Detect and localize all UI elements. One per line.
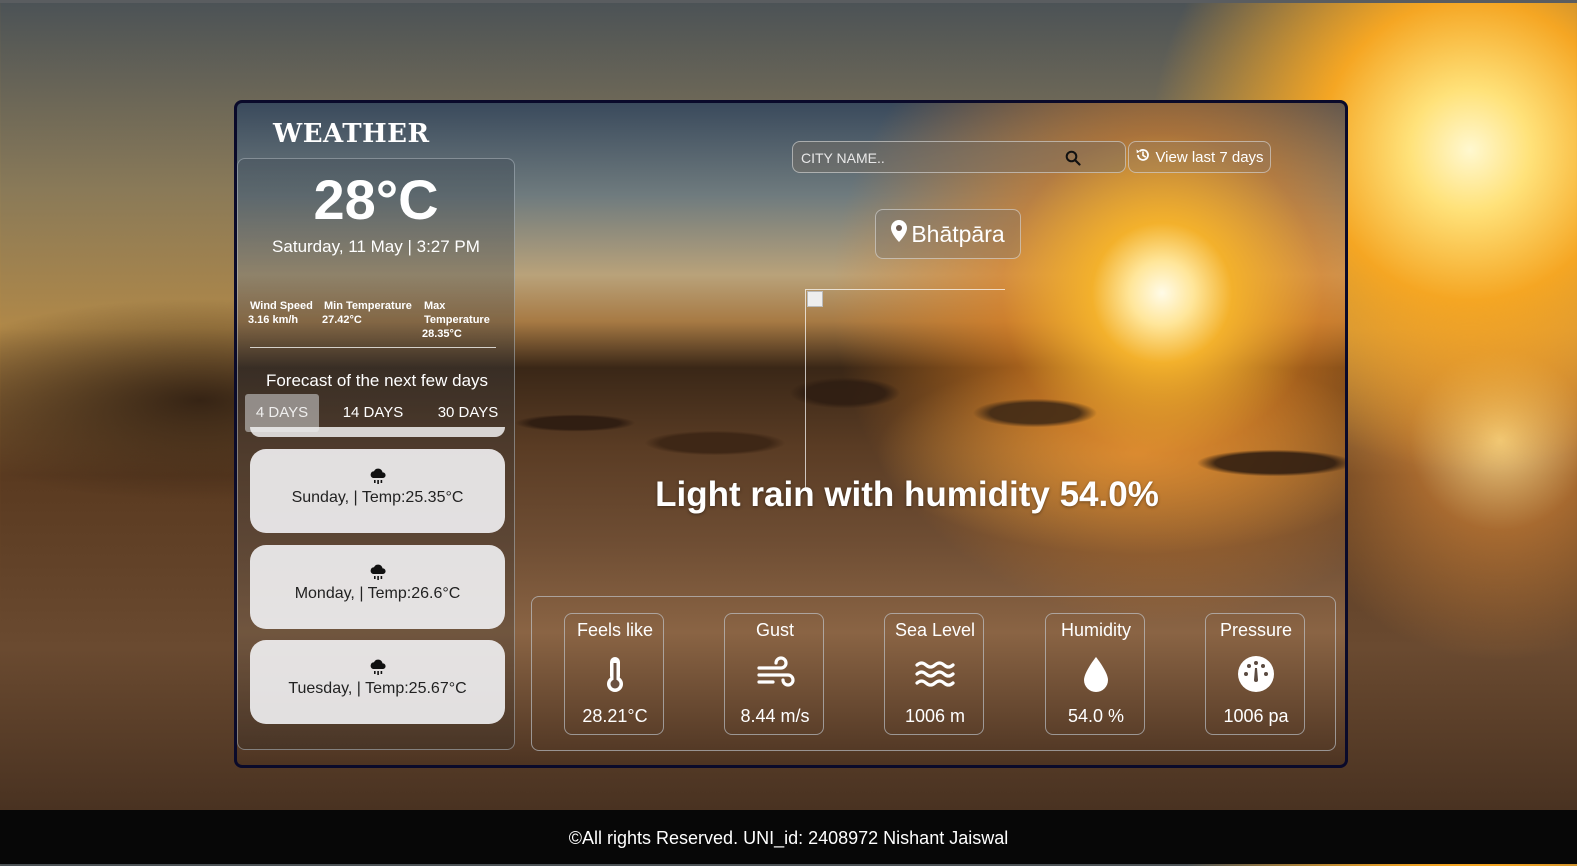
forecast-card-monday: Monday, | Temp:26.6°C [250,545,505,629]
forecast-day-text: Tuesday, | Temp:25.67°C [288,680,467,697]
weather-condition-image [805,289,1005,489]
stat-max-temperature: Max Temperature 28.35°C [422,299,514,341]
location-name: Bhātpāra [911,220,1005,247]
brand-title: WEATHER [273,119,430,149]
search-icon[interactable] [1065,150,1081,166]
divider [250,347,496,348]
search-bar [792,141,1126,174]
stat-label: Min Temperature [324,300,412,312]
current-weather-panel: 28°C Saturday, 11 May | 3:27 PM Wind Spe… [237,158,515,750]
stat-wind-speed: Wind Speed 3.16 km/h [248,299,313,327]
forecast-title: Forecast of the next few days [265,371,489,390]
history-button-label: View last 7 days [1155,148,1264,166]
weather-card: WEATHER 28°C Saturday, 11 May | 3:27 PM … [234,100,1348,768]
detail-label: Pressure [1219,620,1293,640]
current-datetime: Saturday, 11 May | 3:27 PM [272,237,480,256]
detail-feels-like: Feels like 28.21°C [564,613,664,735]
forecast-day-text: Sunday, | Temp:25.35°C [291,489,464,506]
location-badge: Bhātpāra [875,209,1021,259]
forecast-card-partial [250,427,505,437]
top-border [0,0,1577,3]
detail-humidity: Humidity 54.0 % [1045,613,1145,735]
stat-value: 28.35°C [422,328,462,340]
weather-details-panel: Feels like 28.21°C Gust 8.44 m/s Sea Lev… [531,596,1336,751]
water-waves-icon [915,654,955,694]
rain-cloud-icon [250,563,505,585]
thermometer-icon [595,654,635,694]
current-temperature: 28°C [313,168,439,231]
forecast-card-tuesday: Tuesday, | Temp:25.67°C [250,640,505,724]
detail-label: Feels like [576,620,654,640]
stat-label: Wind Speed [250,300,313,312]
detail-value: 1006 pa [1223,706,1289,726]
stat-value: 3.16 km/h [248,314,299,326]
footer: ©All rights Reserved. UNI_id: 2408972 Ni… [0,810,1577,864]
history-icon [1135,147,1151,167]
stat-min-temperature: Min Temperature 27.42°C [322,299,412,327]
city-search-input[interactable] [799,142,1063,174]
detail-label: Humidity [1060,620,1131,640]
wind-icon [755,654,795,694]
droplet-icon [1076,654,1116,694]
forecast-day-text: Monday, | Temp:26.6°C [294,585,461,602]
forecast-card-sunday: Sunday, | Temp:25.35°C [250,449,505,533]
detail-label: Gust [755,620,794,640]
detail-value: 1006 m [904,706,966,726]
weather-description: Light rain with humidity 54.0% [655,475,1159,514]
detail-sea-level: Sea Level 1006 m [884,613,984,735]
detail-value: 54.0 % [1067,706,1125,726]
stat-label: Max Temperature [424,300,490,326]
broken-image-icon [807,291,823,307]
map-pin-icon [891,220,908,248]
view-last-7-days-button[interactable]: View last 7 days [1128,141,1271,173]
rain-cloud-icon [250,467,505,489]
gauge-icon [1236,654,1276,694]
detail-value: 28.21°C [582,706,648,726]
stat-value: 27.42°C [322,314,362,326]
detail-label: Sea Level [894,620,976,640]
detail-pressure: Pressure 1006 pa [1205,613,1305,735]
rain-cloud-icon [250,658,505,680]
detail-gust: Gust 8.44 m/s [724,613,824,735]
detail-value: 8.44 m/s [740,706,810,726]
